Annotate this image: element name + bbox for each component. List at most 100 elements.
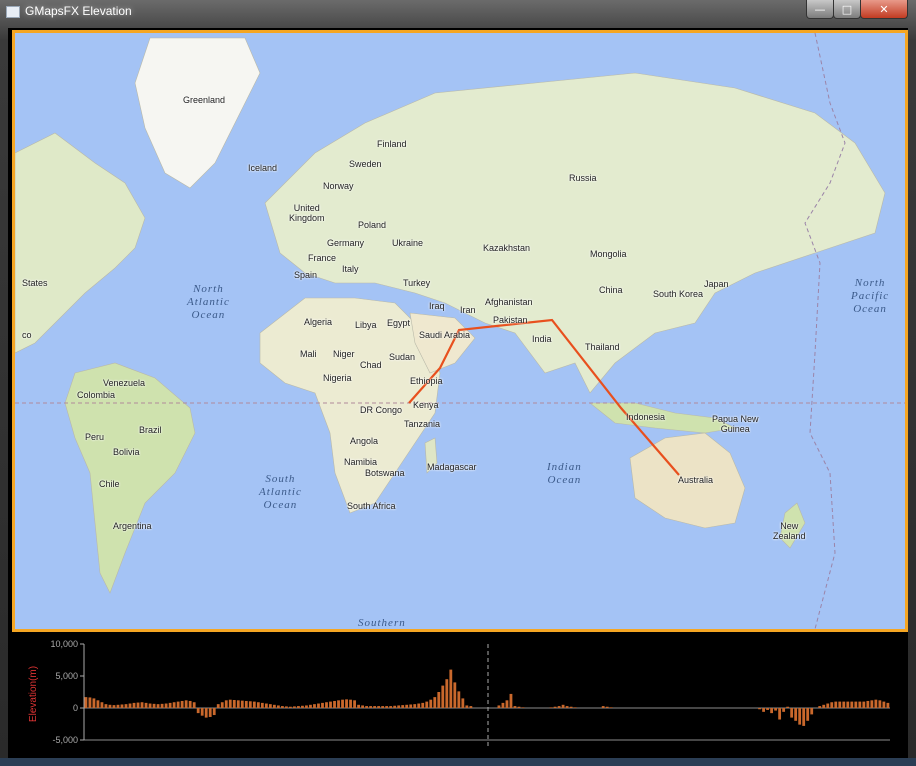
- country-label: United Kingdom: [289, 203, 325, 223]
- country-label: Spain: [294, 270, 318, 280]
- elevation-bar: [774, 708, 778, 711]
- elevation-bar: [188, 700, 192, 708]
- country-label: Iceland: [248, 163, 278, 173]
- country-label: Chad: [360, 360, 382, 370]
- window-title: GMapsFX Elevation: [25, 4, 132, 18]
- elevation-bar: [601, 706, 605, 708]
- elevation-bar: [569, 706, 573, 708]
- elevation-bar: [846, 701, 850, 708]
- elevation-bar: [397, 705, 401, 708]
- maximize-button[interactable]: □: [833, 0, 861, 19]
- title-bar[interactable]: GMapsFX Elevation — □ ✕: [0, 0, 916, 24]
- elevation-bar: [252, 701, 256, 708]
- country-label: Germany: [327, 238, 365, 248]
- country-label: Papua New Guinea: [712, 414, 759, 434]
- elevation-bar: [810, 708, 814, 715]
- elevation-bar: [409, 704, 413, 708]
- country-label: France: [308, 253, 337, 263]
- elevation-bar: [878, 700, 882, 708]
- elevation-bar: [349, 699, 352, 708]
- close-button[interactable]: ✕: [860, 0, 908, 19]
- ocean-label: Indian Ocean: [547, 461, 582, 486]
- elevation-bars: [84, 669, 890, 726]
- elevation-bar: [882, 701, 886, 708]
- elevation-bar: [297, 706, 300, 708]
- country-label: Ukraine: [392, 238, 424, 248]
- elevation-bar: [826, 703, 830, 708]
- country-label: Namibia: [344, 457, 378, 467]
- elevation-bar: [842, 701, 846, 708]
- country-label: Chile: [99, 479, 120, 489]
- country-label: Russia: [569, 173, 597, 183]
- elevation-bar: [140, 702, 144, 708]
- country-label: Turkey: [403, 278, 431, 288]
- elevation-bar: [417, 703, 421, 708]
- country-label: Kenya: [413, 400, 439, 410]
- elevation-bar: [449, 669, 453, 708]
- elevation-bar: [850, 701, 854, 708]
- elevation-bar: [413, 704, 417, 708]
- elevation-bar: [313, 704, 316, 708]
- elevation-bar: [108, 704, 112, 708]
- elevation-bar: [345, 699, 348, 708]
- elevation-bar: [830, 702, 834, 708]
- world-map[interactable]: Greenland Iceland Finland Sweden Norway Russi…: [12, 30, 908, 632]
- taskbar: [0, 758, 916, 766]
- elevation-bar: [317, 703, 320, 708]
- elevation-bar: [433, 697, 437, 708]
- country-label: Indonesia: [626, 412, 666, 422]
- country-label: States: [22, 278, 48, 288]
- country-label: Angola: [350, 436, 379, 446]
- elevation-chart: Elevation(m) 10,000 5,000 0 -5,000: [28, 639, 890, 746]
- elevation-bar: [276, 705, 280, 708]
- elevation-bar: [758, 708, 761, 710]
- elevation-bar: [309, 704, 312, 708]
- country-label: Bolivia: [113, 447, 140, 457]
- elevation-bar: [268, 704, 272, 708]
- elevation-bar: [385, 706, 389, 708]
- country-label: China: [599, 285, 623, 295]
- elevation-bar: [561, 704, 565, 708]
- elevation-bar: [874, 699, 878, 708]
- elevation-bar: [818, 706, 822, 708]
- country-label: Afghanistan: [485, 297, 533, 307]
- elevation-bar: [461, 698, 465, 708]
- country-label: Thailand: [585, 342, 620, 352]
- elevation-bar: [381, 706, 385, 708]
- country-label: Peru: [85, 432, 105, 442]
- elevation-bar: [112, 705, 116, 708]
- elevation-bar: [120, 704, 124, 708]
- elevation-bar: [549, 707, 553, 708]
- country-label: Sudan: [389, 352, 416, 362]
- elevation-bar: [228, 699, 232, 708]
- elevation-bar: [148, 703, 152, 708]
- elevation-bar: [172, 702, 176, 708]
- country-label: Libya: [355, 320, 377, 330]
- elevation-bar: [329, 701, 332, 708]
- elevation-bar: [369, 706, 373, 708]
- elevation-bar: [248, 701, 252, 708]
- elevation-bar: [192, 702, 196, 708]
- country-label: Colombia: [77, 390, 116, 400]
- elevation-bar: [429, 699, 433, 708]
- elevation-bar: [84, 697, 88, 708]
- elevation-bar: [365, 706, 369, 708]
- elevation-bar: [184, 700, 188, 708]
- y-tick-label: 5,000: [55, 671, 78, 681]
- minimize-button[interactable]: —: [806, 0, 834, 19]
- elevation-bar: [264, 703, 268, 708]
- country-label: Australia: [678, 475, 714, 485]
- country-label: Madagascar: [427, 462, 477, 472]
- elevation-bar: [333, 700, 336, 708]
- elevation-bar: [605, 706, 609, 708]
- country-label: Norway: [323, 181, 354, 191]
- elevation-bar: [353, 700, 356, 708]
- elevation-bar: [160, 703, 164, 708]
- elevation-bar: [289, 706, 292, 708]
- elevation-bar: [838, 701, 842, 708]
- elevation-bar: [421, 702, 425, 708]
- elevation-bar: [196, 708, 200, 714]
- elevation-bar: [389, 706, 393, 708]
- elevation-bar: [272, 704, 276, 708]
- elevation-bar: [557, 706, 561, 708]
